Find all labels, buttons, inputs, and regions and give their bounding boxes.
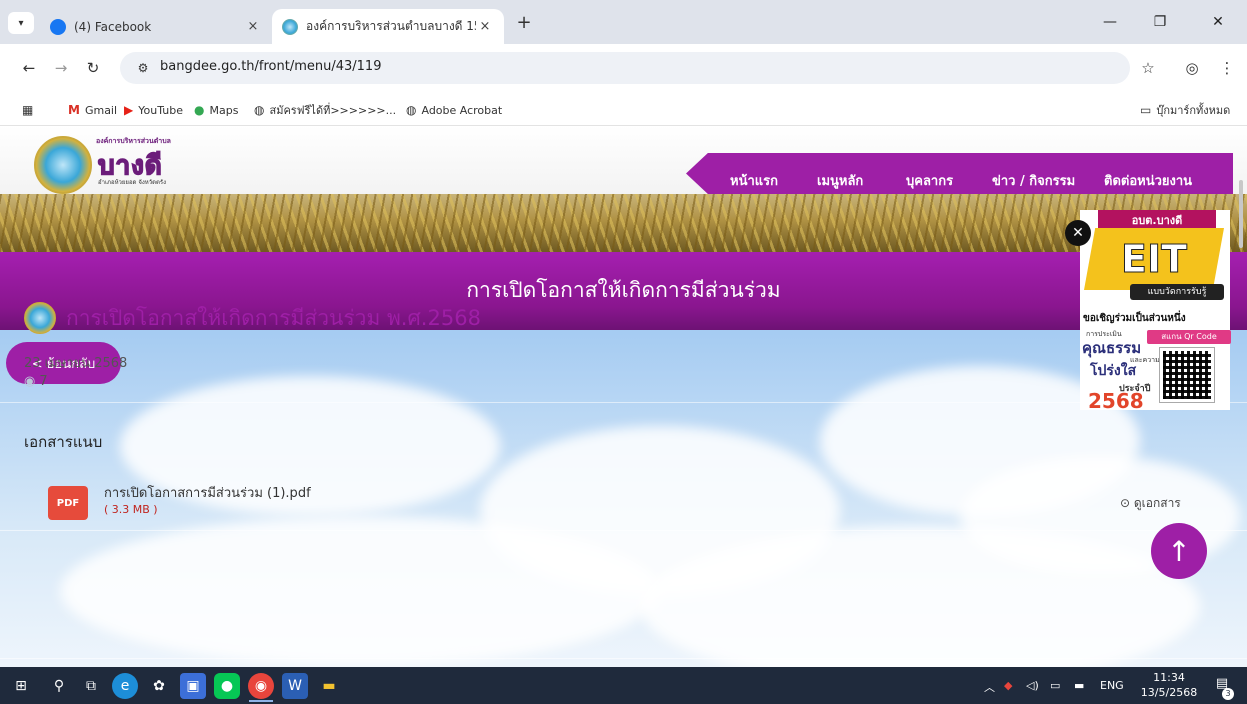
site-info-icon[interactable]: ⚙ xyxy=(132,58,154,78)
ad-qr-label: สแกน Qr Code xyxy=(1147,330,1231,344)
nav-personnel[interactable]: บุคลากร xyxy=(906,170,953,191)
scroll-to-top-button[interactable]: ↑ xyxy=(1151,523,1207,579)
bookmark-gmail[interactable]: M Gmail xyxy=(68,101,117,119)
nav-news[interactable]: ข่าว / กิจกรรม xyxy=(992,170,1075,191)
youtube-icon: ▶ xyxy=(124,103,134,117)
windows-start-icon[interactable]: ⊞ xyxy=(8,673,34,699)
divider xyxy=(0,530,1247,531)
apps-grid-icon[interactable]: ▦ xyxy=(22,101,38,119)
attachment-file-name[interactable]: การเปิดโอกาสการมีส่วนร่วม (1).pdf xyxy=(104,482,311,503)
minimize-button[interactable]: — xyxy=(1092,8,1128,36)
forward-arrow-icon[interactable]: → xyxy=(50,57,72,79)
back-arrow-icon[interactable]: ← xyxy=(18,57,40,79)
task-view-icon[interactable]: ⧉ xyxy=(78,673,104,699)
tab-search-chevron-down-icon[interactable]: ▾ xyxy=(8,12,34,34)
bookmark-maps[interactable]: ● Maps xyxy=(194,101,238,119)
web-page: องค์การบริหารส่วนตำบล บางดี อำเภอห้วยยอด… xyxy=(0,126,1247,667)
attachments-heading: เอกสารแนบ xyxy=(24,433,103,451)
qr-code-icon[interactable] xyxy=(1159,347,1215,403)
search-icon[interactable]: ⚲ xyxy=(46,673,72,699)
view-document-link[interactable]: ⊙ ดูเอกสาร xyxy=(1120,494,1181,513)
attachment-file-size: ( 3.3 MB ) xyxy=(104,503,158,516)
profile-icon[interactable]: ◎ xyxy=(1181,57,1203,79)
eye-icon: ◉ xyxy=(24,374,36,389)
bookmarks-bar xyxy=(0,92,1247,126)
photos-icon[interactable]: ✿ xyxy=(146,673,172,699)
clock-date[interactable]: 13/5/2568 xyxy=(1136,686,1202,699)
ad-invite-text: ขอเชิญร่วมเป็นส่วนหนึ่ง xyxy=(1083,313,1186,324)
battery-icon[interactable]: ▬ xyxy=(1074,679,1084,692)
edge-icon[interactable]: e xyxy=(112,673,138,699)
word-icon[interactable]: W xyxy=(282,673,308,699)
facebook-icon xyxy=(50,18,66,35)
post-date: 23 เมษายน 2568 xyxy=(24,356,128,371)
ad-close-button[interactable]: ✕ xyxy=(1065,220,1091,246)
bookmark-signup[interactable]: ◍ สมัครฟรีได้ที่>>>>>>... xyxy=(254,101,396,119)
ad-badge: แบบวัดการรับรู้ xyxy=(1130,284,1224,300)
post-views: ◉ 7 xyxy=(24,374,48,389)
all-bookmarks[interactable]: ▭ บุ๊กมาร์กทั้งหมด xyxy=(1140,101,1230,119)
tab-close-icon[interactable]: × xyxy=(244,19,262,34)
network-icon[interactable]: ▭ xyxy=(1050,679,1060,692)
site-seal-icon xyxy=(282,18,298,35)
site-logo-seal-icon[interactable] xyxy=(34,136,92,194)
folder-icon: ▭ xyxy=(1140,103,1152,117)
tray-chevron-up-icon[interactable]: ︿ xyxy=(984,679,995,695)
divider xyxy=(0,402,1247,403)
pdf-file-icon[interactable]: PDF xyxy=(48,486,88,520)
active-app-indicator xyxy=(249,700,273,702)
nav-home[interactable]: หน้าแรก xyxy=(730,170,778,191)
chrome-icon[interactable]: ◉ xyxy=(248,673,274,699)
logo-location: อำเภอห้วยยอด จังหวัดตรัง xyxy=(98,179,167,186)
post-seal-icon xyxy=(24,302,56,334)
file-explorer-icon[interactable]: ▬ xyxy=(316,673,342,699)
restore-button[interactable]: ❐ xyxy=(1142,8,1178,36)
arrow-up-icon: ↑ xyxy=(1167,534,1191,568)
url-text[interactable]: bangdee.go.th/front/menu/43/119 xyxy=(160,59,381,74)
bookmark-star-icon[interactable]: ☆ xyxy=(1137,57,1159,79)
tab-title: องค์การบริหารส่วนตำบลบางดี 150 ม xyxy=(306,19,476,33)
nav-contact[interactable]: ติดต่อหน่วยงาน xyxy=(1104,170,1192,191)
tab-facebook[interactable]: (4) Facebook × xyxy=(40,9,272,44)
maps-icon: ● xyxy=(194,103,205,117)
new-tab-button[interactable]: + xyxy=(512,12,536,36)
tab-bangdee[interactable]: องค์การบริหารส่วนตำบลบางดี 150 ม × xyxy=(272,9,504,44)
menu-kebab-icon[interactable]: ⋮ xyxy=(1216,57,1238,79)
rice-field-banner xyxy=(0,194,1247,252)
reload-icon[interactable]: ↻ xyxy=(82,57,104,79)
notification-count: 3 xyxy=(1222,688,1234,700)
input-language[interactable]: ENG xyxy=(1100,679,1124,692)
bookmark-youtube[interactable]: ▶ YouTube xyxy=(124,101,183,119)
globe-icon: ◍ xyxy=(254,103,265,117)
eye-icon: ⊙ xyxy=(1120,496,1134,510)
post-title: การเปิดโอกาสให้เกิดการมีส่วนร่วม พ.ศ.256… xyxy=(66,306,481,330)
close-window-button[interactable]: ✕ xyxy=(1200,8,1236,36)
nav-main-menu[interactable]: เมนูหลัก xyxy=(817,170,863,191)
divider xyxy=(0,658,1247,659)
globe-icon: ◍ xyxy=(406,103,417,117)
tab-close-icon[interactable]: × xyxy=(476,19,494,34)
page-scrollbar[interactable] xyxy=(1239,180,1243,248)
ad-transparency-text: โปร่งใส xyxy=(1090,363,1137,379)
ad-year: 2568 xyxy=(1088,389,1144,413)
line-icon[interactable]: ● xyxy=(214,673,240,699)
tray-app-icon[interactable]: ◆ xyxy=(1004,679,1012,692)
gmail-icon: M xyxy=(68,103,80,117)
app-icon[interactable]: ▣ xyxy=(180,673,206,699)
bookmark-adobe-acrobat[interactable]: ◍ Adobe Acrobat xyxy=(406,101,502,119)
ad-eit-logo: EIT xyxy=(1084,228,1224,290)
volume-icon[interactable]: ◁) xyxy=(1026,679,1039,692)
tab-title: (4) Facebook xyxy=(74,19,152,34)
clock-time[interactable]: 11:34 xyxy=(1144,671,1194,684)
